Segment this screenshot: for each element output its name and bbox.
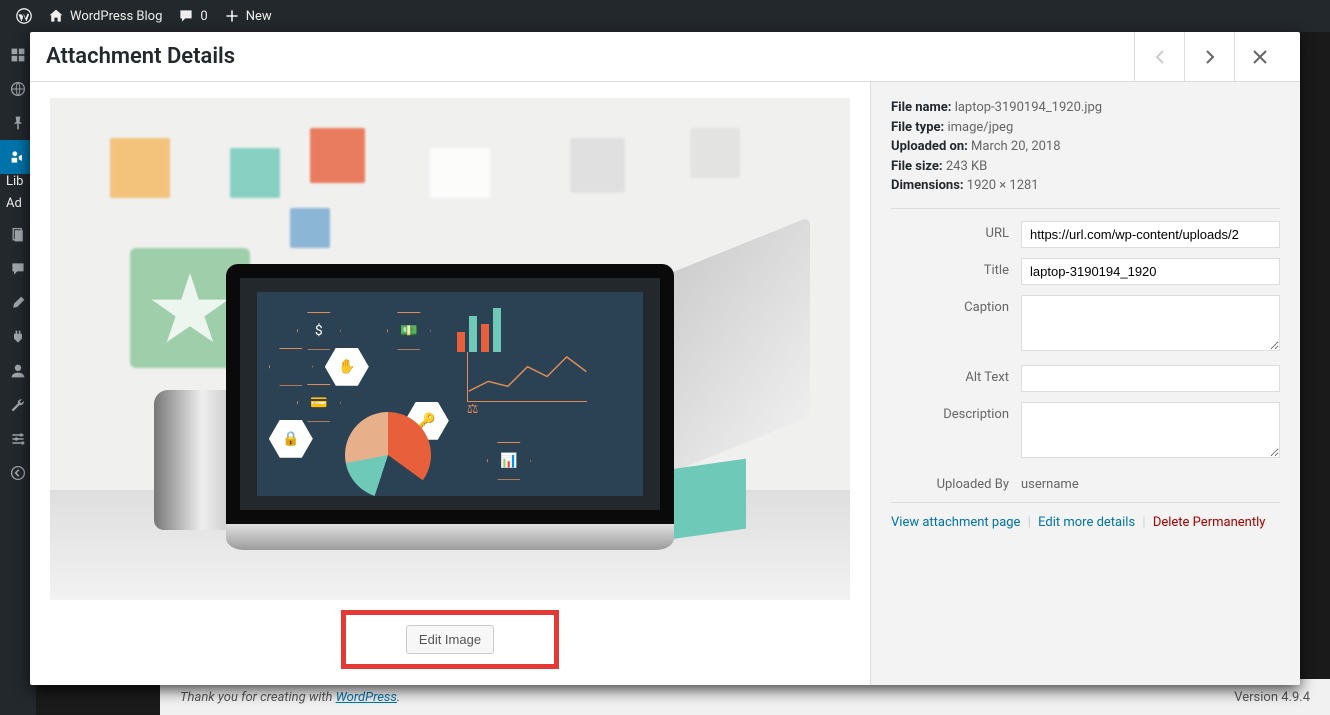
comment-icon [10, 261, 26, 277]
site-name-link[interactable]: WordPress Blog [40, 0, 170, 32]
caption-field[interactable] [1021, 295, 1280, 351]
admin-bar: WordPress Blog 0 New [0, 0, 1330, 32]
comments-count: 0 [200, 9, 207, 24]
wordpress-icon [16, 8, 32, 24]
details-pane: File name: laptop-3190194_1920.jpg File … [870, 82, 1300, 685]
meta-file-type: image/jpeg [947, 120, 1013, 135]
edit-image-button[interactable]: Edit Image [406, 625, 494, 654]
media-icon [10, 149, 26, 165]
plus-icon [224, 8, 240, 24]
dashboard-icon [10, 47, 26, 63]
brush-icon [10, 295, 26, 311]
collapse-icon [10, 465, 26, 481]
wp-logo[interactable] [8, 0, 40, 32]
chevron-left-icon [1150, 47, 1170, 67]
media-preview-pane: $ ✋ 💳 🔒 💵 🔑 📊 ⚖ [30, 82, 870, 685]
edit-image-highlight: Edit Image [341, 610, 559, 669]
comments-link[interactable]: 0 [170, 0, 215, 32]
uploaded-by-label: Uploaded By [891, 472, 1021, 492]
view-attachment-link[interactable]: View attachment page [891, 515, 1020, 530]
new-content-link[interactable]: New [216, 0, 280, 32]
wrench-icon [10, 397, 26, 413]
site-name: WordPress Blog [70, 9, 162, 24]
meta-file-size: 243 KB [946, 159, 987, 174]
meta-uploaded-on: March 20, 2018 [971, 139, 1061, 154]
title-label: Title [891, 258, 1021, 278]
pages-icon [10, 227, 26, 243]
pin-icon [10, 115, 26, 131]
user-icon [10, 363, 26, 379]
edit-more-details-link[interactable]: Edit more details [1038, 515, 1135, 530]
attachment-actions: View attachment page | Edit more details… [891, 502, 1280, 530]
home-icon [48, 8, 64, 24]
close-icon [1250, 47, 1270, 67]
description-label: Description [891, 402, 1021, 422]
modal-nav [1134, 32, 1284, 82]
next-button[interactable] [1184, 32, 1234, 82]
attachment-details-modal: Attachment Details [30, 32, 1300, 685]
meta-dimensions: 1920 × 1281 [967, 178, 1039, 193]
chevron-right-icon [1200, 47, 1220, 67]
title-field[interactable] [1021, 258, 1280, 285]
caption-label: Caption [891, 295, 1021, 315]
url-label: URL [891, 221, 1021, 241]
comment-icon [178, 8, 194, 24]
footer-thanks: Thank you for creating with WordPress. [180, 690, 400, 705]
alt-text-field[interactable] [1021, 365, 1280, 392]
new-label: New [246, 9, 272, 24]
modal-header: Attachment Details [30, 32, 1300, 82]
footer-wp-link[interactable]: WordPress [336, 690, 397, 705]
description-field[interactable] [1021, 402, 1280, 458]
sliders-icon [10, 431, 26, 447]
plugin-icon [10, 329, 26, 345]
prev-button [1134, 32, 1184, 82]
globe-icon [10, 81, 26, 97]
modal-title: Attachment Details [46, 44, 1134, 69]
delete-permanently-link[interactable]: Delete Permanently [1153, 515, 1266, 530]
meta-file-name: laptop-3190194_1920.jpg [955, 100, 1102, 115]
uploaded-by-value: username [1021, 472, 1280, 492]
attachment-image: $ ✋ 💳 🔒 💵 🔑 📊 ⚖ [50, 98, 850, 600]
file-meta: File name: laptop-3190194_1920.jpg File … [891, 98, 1280, 209]
alt-label: Alt Text [891, 365, 1021, 385]
url-field[interactable] [1021, 221, 1280, 248]
close-button[interactable] [1234, 32, 1284, 82]
footer-version: Version 4.9.4 [1234, 690, 1310, 705]
